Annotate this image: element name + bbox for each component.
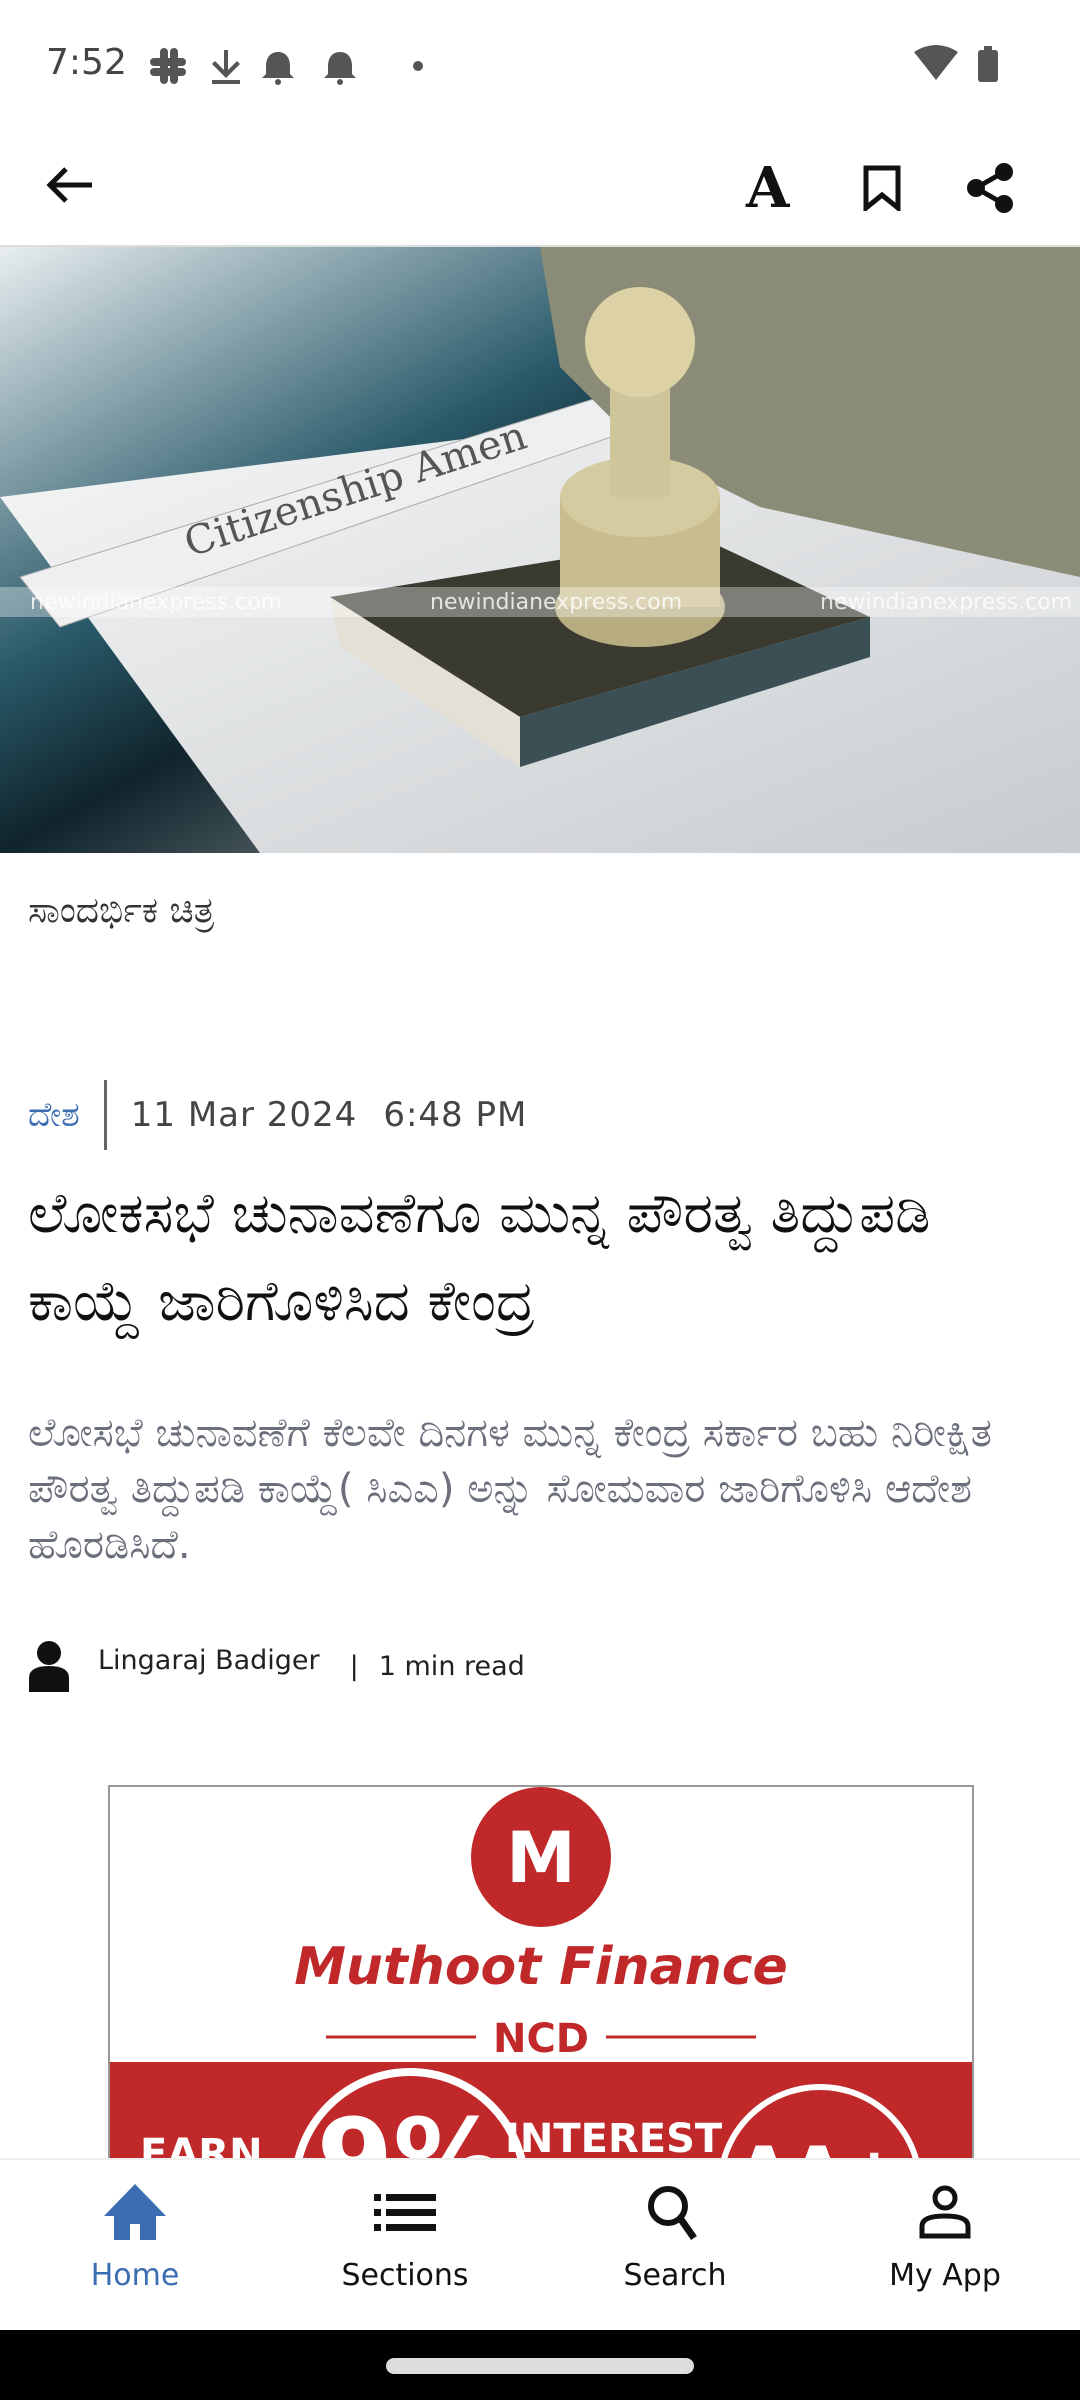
home-gesture-handle[interactable] xyxy=(386,2358,694,2374)
category-link[interactable]: ದೇಶ xyxy=(28,1080,107,1150)
ad-interest: INTEREST xyxy=(505,2116,723,2160)
list-icon xyxy=(374,2194,436,2231)
status-bar: 7:52 xyxy=(0,0,1080,125)
search-icon xyxy=(648,2186,697,2240)
image-watermark: newindianexpress.com xyxy=(30,590,282,615)
bottom-navigation: Home Sections Search My App xyxy=(0,2158,1080,2332)
ad-rating: AA+ xyxy=(736,2132,903,2160)
top-toolbar: A xyxy=(0,125,1080,247)
read-time: 1 min read xyxy=(378,1650,525,1682)
byline: Lingaraj Badiger | 1 min read xyxy=(28,1640,525,1692)
nav-home[interactable]: Home xyxy=(0,2160,270,2332)
publish-time: 6:48 PM xyxy=(383,1095,528,1135)
ad-earn: EARN xyxy=(140,2131,263,2160)
nav-search-label: Search xyxy=(623,2258,727,2293)
nav-my-app-label: My App xyxy=(889,2258,1001,2293)
share-icon[interactable] xyxy=(966,163,1014,213)
ad-brand: Muthoot Finance xyxy=(294,1937,788,1997)
nav-sections-label: Sections xyxy=(341,2258,469,2293)
notification-icons xyxy=(150,48,423,85)
status-time: 7:52 xyxy=(46,42,127,83)
hero-image: Citizenship Amen newindianexpress.com ne… xyxy=(0,247,1080,853)
ad-rate: 9% xyxy=(317,2095,504,2160)
nav-home-label: Home xyxy=(90,2258,180,2293)
font-size-icon[interactable]: A xyxy=(746,155,789,221)
image-watermark: newindianexpress.com xyxy=(430,590,682,615)
back-arrow-icon[interactable] xyxy=(46,165,96,205)
nav-sections[interactable]: Sections xyxy=(270,2160,540,2332)
publish-date: 11 Mar 2024 xyxy=(130,1095,358,1135)
article-title: ಲೋಕಸಭೆ ಚುನಾವಣೆಗೂ ಮುನ್ನ ಪೌರತ್ವ ತಿದ್ದುಪಡಿ … xyxy=(28,1181,931,1334)
image-caption: ಸಾಂದರ್ಭಿಕ ಚಿತ್ರ xyxy=(28,890,215,931)
image-watermark: newindianexpress.com xyxy=(820,590,1072,615)
nav-my-app[interactable]: My App xyxy=(810,2160,1080,2332)
nav-search[interactable]: Search xyxy=(540,2160,810,2332)
author-name[interactable]: Lingaraj Badiger xyxy=(98,1645,320,1676)
home-icon xyxy=(104,2184,166,2240)
bookmark-icon[interactable] xyxy=(862,165,902,211)
wifi-battery-icons xyxy=(914,45,998,82)
svg-text:M: M xyxy=(506,1817,576,1899)
article-meta: ದೇಶ 11 Mar 2024 6:48 PM xyxy=(28,1080,528,1150)
person-icon xyxy=(919,2185,971,2239)
advertisement-banner[interactable]: M Muthoot Finance NCD EARN 9% INTEREST A… xyxy=(108,1785,974,2160)
system-navigation-bar xyxy=(0,2330,1080,2400)
article-summary: ಲೋಸಭೆ ಚುನಾವಣೆಗೆ ಕೆಲವೇ ದಿನಗಳ ಮುನ್ನ ಕೇಂದ್ರ… xyxy=(28,1410,992,1568)
author-avatar-icon xyxy=(29,1641,69,1692)
ad-product: NCD xyxy=(493,2016,589,2062)
